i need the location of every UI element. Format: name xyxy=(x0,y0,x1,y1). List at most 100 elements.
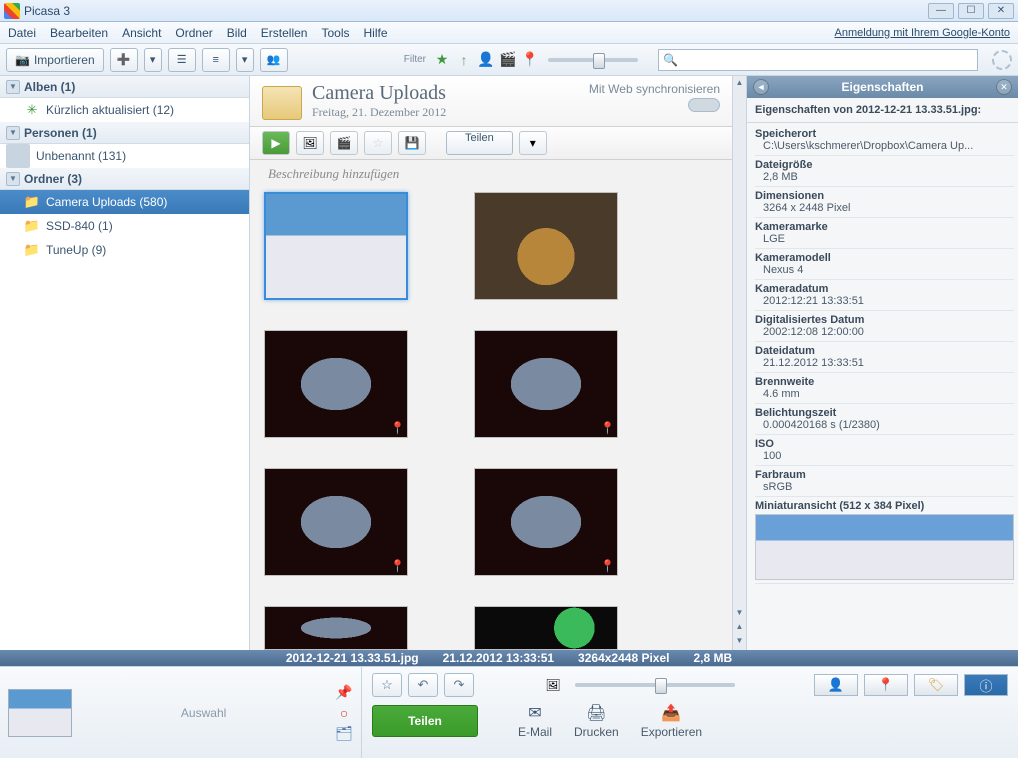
menu-bearbeiten[interactable]: Bearbeiten xyxy=(50,26,108,40)
rotate-right-button[interactable]: ↷ xyxy=(444,673,474,697)
menu-datei[interactable]: Datei xyxy=(8,26,36,40)
menu-hilfe[interactable]: Hilfe xyxy=(364,26,388,40)
play-slideshow-button[interactable]: ▶ xyxy=(262,131,290,155)
property-key: Farbraum xyxy=(755,469,1014,481)
property-key: Dateigröße xyxy=(755,159,1014,171)
menu-ordner[interactable]: Ordner xyxy=(175,26,212,40)
info-toggle-button[interactable]: ⓘ xyxy=(964,674,1008,696)
sidebar-folder-ssd[interactable]: 📁SSD-840 (1) xyxy=(0,214,249,238)
new-album-button[interactable]: ➕ xyxy=(110,48,138,72)
tag-geo-button[interactable]: 📍 xyxy=(864,674,908,696)
close-panel-button[interactable]: ✕ xyxy=(996,79,1012,95)
filter-geo-icon[interactable]: 📍 xyxy=(520,50,540,70)
main-panel: Camera Uploads Freitag, 21. Dezember 201… xyxy=(250,76,732,650)
share-dropdown[interactable]: ▾ xyxy=(519,131,547,155)
album-header: Camera Uploads Freitag, 21. Dezember 201… xyxy=(250,76,732,127)
sidebar-folder-camera-uploads[interactable]: 📁Camera Uploads (580) xyxy=(0,190,249,214)
thumbnail[interactable]: 📍 xyxy=(474,330,618,438)
sidebar-person-unnamed[interactable]: Unbenannt (131) xyxy=(0,144,249,168)
property-key: Brennweite xyxy=(755,376,1014,388)
share-big-button[interactable]: Teilen xyxy=(372,705,478,737)
filter-label: Filter xyxy=(404,54,426,65)
star-toggle-button[interactable]: ☆ xyxy=(372,673,402,697)
sidebar-people-header[interactable]: ▼Personen (1) xyxy=(0,122,249,144)
prev-photo-button[interactable]: ◄ xyxy=(753,79,769,95)
people-button[interactable]: 👥 xyxy=(260,48,288,72)
import-icon: 📷 xyxy=(15,53,30,67)
property-value: 21.12.2012 13:33:51 xyxy=(755,357,1014,369)
property-value: sRGB xyxy=(755,481,1014,493)
sidebar-albums-header[interactable]: ▼Alben (1) xyxy=(0,76,249,98)
thumbnail[interactable] xyxy=(474,606,618,650)
property-value: 100 xyxy=(755,450,1014,462)
pin-icon[interactable]: 📌 xyxy=(335,684,352,701)
search-box[interactable]: 🔍 xyxy=(658,49,978,71)
menu-bild[interactable]: Bild xyxy=(227,26,247,40)
loading-spinner-icon xyxy=(992,50,1012,70)
close-button[interactable]: ✕ xyxy=(988,3,1014,19)
thumbnail[interactable]: 📍 xyxy=(264,468,408,576)
star-button[interactable]: ☆ xyxy=(364,131,392,155)
zoom-out-icon[interactable]: 🖼 xyxy=(545,678,560,692)
action-bar: ☆ ↶ ↷ 🖼 👤 📍 🏷 ⓘ Teilen ✉E-Mail 🖨Drucken … xyxy=(362,667,1018,758)
scroll-up-icon[interactable]: ▲ xyxy=(734,622,746,634)
view-list-button[interactable]: ☰ xyxy=(168,48,196,72)
minimize-button[interactable]: — xyxy=(928,3,954,19)
sidebar: ▼Alben (1) ✳Kürzlich aktualisiert (12) ▼… xyxy=(0,76,250,650)
collapse-icon: ▼ xyxy=(6,126,20,140)
filter-movie-icon[interactable]: 🎬 xyxy=(498,50,518,70)
selection-thumbnail[interactable] xyxy=(8,689,72,737)
rotate-left-button[interactable]: ↶ xyxy=(408,673,438,697)
folder-icon: 📁 xyxy=(24,242,40,258)
save-button[interactable]: 💾 xyxy=(398,131,426,155)
sync-toggle[interactable] xyxy=(688,98,720,112)
clear-selection-icon[interactable]: ○ xyxy=(340,705,348,721)
menu-ansicht[interactable]: Ansicht xyxy=(122,26,161,40)
tag-person-button[interactable]: 👤 xyxy=(814,674,858,696)
description-field[interactable]: Beschreibung hinzufügen xyxy=(250,160,732,188)
property-value: 2012:12:21 13:33:51 xyxy=(755,295,1014,307)
timeline-scrollbar[interactable]: ▲ ▼ ▲ ▼ xyxy=(732,76,746,650)
print-button[interactable]: 🖨Drucken xyxy=(566,703,627,739)
add-photos-button[interactable]: 🖼 xyxy=(296,131,324,155)
sidebar-folder-tuneup[interactable]: 📁TuneUp (9) xyxy=(0,238,249,262)
selection-label: Auswahl xyxy=(80,706,327,720)
zoom-slider[interactable] xyxy=(575,683,735,687)
bottom-tray: Auswahl 📌 ○ 🗂 ☆ ↶ ↷ 🖼 👤 📍 🏷 ⓘ Teilen ✉E-… xyxy=(0,666,1018,758)
search-input[interactable] xyxy=(678,54,973,66)
google-login-link[interactable]: Anmeldung mit Ihrem Google-Konto xyxy=(835,27,1010,39)
maximize-button[interactable]: ☐ xyxy=(958,3,984,19)
property-row: ISO100 xyxy=(755,435,1014,466)
scroll-up-icon[interactable]: ▲ xyxy=(734,78,746,90)
add-to-icon[interactable]: 🗂 xyxy=(335,725,353,742)
filter-star-icon[interactable]: ★ xyxy=(432,50,452,70)
menu-erstellen[interactable]: Erstellen xyxy=(261,26,308,40)
filter-person-icon[interactable]: 👤 xyxy=(476,50,496,70)
selection-tray: Auswahl 📌 ○ 🗂 xyxy=(0,667,362,758)
property-key: Kameradatum xyxy=(755,283,1014,295)
thumbnail[interactable] xyxy=(264,606,408,650)
album-toolbar: ▶ 🖼 🎬 ☆ 💾 Teilen ▾ xyxy=(250,127,732,160)
toolbar: 📷Importieren ➕ ▾ ☰ ≡ ▾ 👥 Filter ★ ↑ 👤 🎬 … xyxy=(0,44,1018,76)
sidebar-album-recent[interactable]: ✳Kürzlich aktualisiert (12) xyxy=(0,98,249,122)
thumbnail[interactable] xyxy=(264,192,408,300)
view-dropdown[interactable]: ▾ xyxy=(236,48,254,72)
email-button[interactable]: ✉E-Mail xyxy=(510,703,560,739)
import-button[interactable]: 📷Importieren xyxy=(6,48,104,72)
export-button[interactable]: 📤Exportieren xyxy=(633,703,710,739)
new-album-dropdown[interactable]: ▾ xyxy=(144,48,162,72)
thumbnail[interactable]: 📍 xyxy=(264,330,408,438)
share-button[interactable]: Teilen xyxy=(446,131,513,155)
view-tree-button[interactable]: ≡ xyxy=(202,48,230,72)
scroll-down-icon[interactable]: ▼ xyxy=(734,636,746,648)
filter-date-slider[interactable] xyxy=(548,58,638,62)
sidebar-folders-header[interactable]: ▼Ordner (3) xyxy=(0,168,249,190)
thumbnail[interactable]: 📍 xyxy=(474,468,618,576)
scroll-down-icon[interactable]: ▼ xyxy=(734,608,746,620)
property-key: Kameramodell xyxy=(755,252,1014,264)
filter-upload-icon[interactable]: ↑ xyxy=(454,50,474,70)
tag-label-button[interactable]: 🏷 xyxy=(914,674,958,696)
thumbnail[interactable] xyxy=(474,192,618,300)
menu-tools[interactable]: Tools xyxy=(321,26,349,40)
create-movie-button[interactable]: 🎬 xyxy=(330,131,358,155)
